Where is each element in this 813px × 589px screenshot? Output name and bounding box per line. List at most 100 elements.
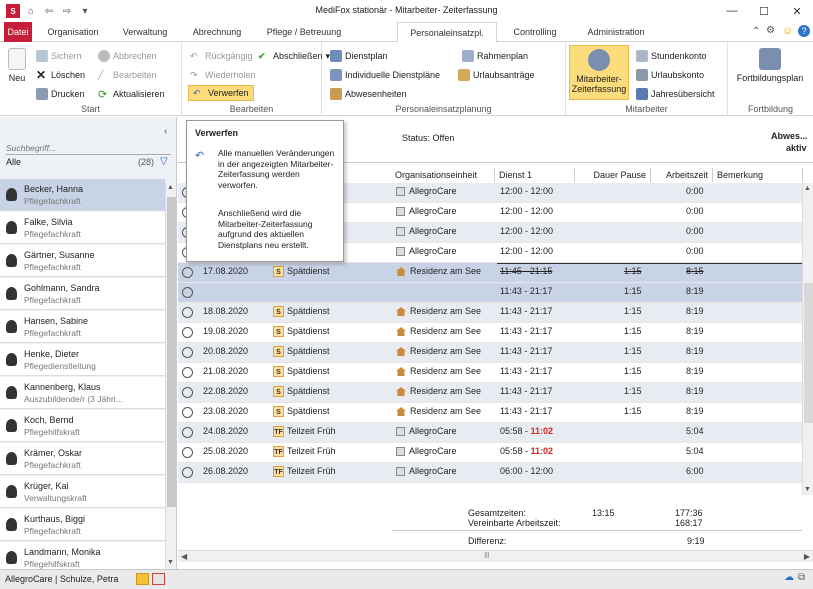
employee-list-item[interactable]: Becker, Hanna Pflegefachkraft xyxy=(0,179,165,211)
scroll-down-icon[interactable]: ▼ xyxy=(167,559,174,566)
hours-account-button[interactable]: Stundenkonto xyxy=(636,48,707,64)
delete-button[interactable]: ✕ Löschen xyxy=(36,67,85,83)
row-status-icon[interactable] xyxy=(182,387,193,398)
scroll-up-icon[interactable]: ▲ xyxy=(167,184,175,192)
help-icon[interactable]: ? xyxy=(798,25,810,37)
vacation-account-button[interactable]: Urlaubskonto xyxy=(636,67,704,83)
row-status-icon[interactable] xyxy=(182,407,193,418)
save-button[interactable]: Sichern xyxy=(36,48,82,64)
employee-name: Gohlmann, Sandra xyxy=(24,283,100,293)
table-row[interactable]: 22.08.2020 S Spätdienst Residenz am See 11:4… xyxy=(178,383,802,403)
col-header-dienst[interactable]: Dienst 1 xyxy=(495,168,575,182)
table-row[interactable]: 24.08.2020 TF Teilzeit Früh AllegroCare 05:5… xyxy=(178,423,802,443)
notifications-icon[interactable] xyxy=(152,573,165,585)
col-header-org[interactable]: Organisationseinheit xyxy=(391,168,495,182)
vacation-requests-button[interactable]: Urlaubsanträge xyxy=(458,67,535,83)
discard-button[interactable]: ↶ Verwerfen xyxy=(188,85,254,101)
table-row[interactable]: 20.08.2020 S Spätdienst Residenz am See 11:4… xyxy=(178,343,802,363)
table-horizontal-scrollbar[interactable]: ◀ Ⅲ ▶ xyxy=(178,550,813,562)
print-button[interactable]: Drucken xyxy=(36,86,85,102)
close-button[interactable]: ✕ xyxy=(783,2,811,20)
individual-plans-button[interactable]: Individuelle Dienstpläne xyxy=(330,67,440,83)
window-layout-icon[interactable]: ⧉ xyxy=(798,572,805,583)
table-scroll-thumb[interactable] xyxy=(804,283,813,423)
filter-funnel-icon[interactable]: ▽ xyxy=(160,156,168,167)
col-header-bemerkung[interactable]: Bemerkung xyxy=(713,168,803,182)
employee-role: Pflegedienstleitung xyxy=(24,361,96,371)
row-status-icon[interactable] xyxy=(182,307,193,318)
tab-datei[interactable]: Datei xyxy=(4,22,32,42)
minimize-button[interactable]: — xyxy=(718,2,746,20)
row-status-icon[interactable] xyxy=(182,467,193,478)
table-row[interactable]: 11:43 - 21:17 1:15 8:19 xyxy=(178,283,802,303)
table-row[interactable]: 19.08.2020 S Spätdienst Residenz am See 11:4… xyxy=(178,323,802,343)
table-vertical-scrollbar[interactable]: ▲ ▼ xyxy=(802,183,813,495)
cancel-button[interactable]: Abbrechen xyxy=(98,48,157,64)
tab-abrechnung[interactable]: Abrechnung xyxy=(184,22,250,42)
search-input[interactable] xyxy=(6,142,166,154)
cloud-sync-icon[interactable]: ☁ xyxy=(784,572,794,583)
tab-pflege-betreuung[interactable]: Pflege / Betreuung xyxy=(256,22,352,42)
employee-list-item[interactable]: Krüger, Kai Verwaltungskraft xyxy=(0,476,165,508)
tab-verwaltung[interactable]: Verwaltung xyxy=(112,22,178,42)
home-settings-icon[interactable]: ⚙ xyxy=(766,25,775,36)
maximize-button[interactable]: ☐ xyxy=(750,2,778,20)
employee-list-item[interactable]: Henke, Dieter Pflegedienstleitung xyxy=(0,344,165,376)
rahmenplan-button[interactable]: Rahmenplan xyxy=(462,48,528,64)
undo-button[interactable]: ↶ Rückgängig xyxy=(190,48,253,64)
row-status-icon[interactable] xyxy=(182,327,193,338)
row-org: AllegroCare xyxy=(396,226,457,237)
collapse-panel-icon[interactable]: ‹ xyxy=(164,126,167,137)
ribbon-collapse-icon[interactable]: ⌃ xyxy=(752,26,760,37)
employee-list-item[interactable]: Kannenberg, Klaus Auszubildende/r (3 Jähr… xyxy=(0,377,165,409)
tab-organisation[interactable]: Organisation xyxy=(40,22,106,42)
table-row[interactable]: 26.08.2020 TF Teilzeit Früh AllegroCare 06:0… xyxy=(178,463,802,483)
scroll-left-icon[interactable]: ◀ xyxy=(181,552,187,561)
col-header-pause[interactable]: Dauer Pause xyxy=(575,168,651,182)
employee-list-item[interactable]: Falke, Silvia Pflegefachkraft xyxy=(0,212,165,244)
training-plan-button[interactable]: Fortbildungsplan xyxy=(732,48,808,83)
redo-button[interactable]: ↷ Wiederholen xyxy=(190,67,256,83)
table-scroll-up-icon[interactable]: ▲ xyxy=(804,185,811,192)
row-pause: 1:15 xyxy=(624,266,642,276)
row-status-icon[interactable] xyxy=(182,447,193,458)
employee-list-item[interactable]: Krämer, Oskar Pflegefachkraft xyxy=(0,443,165,475)
employee-list-item[interactable]: Koch, Bernd Pflegehilfskraft xyxy=(0,410,165,442)
scroll-right-icon[interactable]: ▶ xyxy=(804,552,810,561)
row-status-icon[interactable] xyxy=(182,367,193,378)
tab-controlling[interactable]: Controlling xyxy=(502,22,568,42)
scroll-thumb[interactable] xyxy=(167,197,176,507)
employee-list-item[interactable]: Gohlmann, Sandra Pflegefachkraft xyxy=(0,278,165,310)
shift-name: Spätdienst xyxy=(287,366,330,376)
smiley-icon[interactable]: ☺ xyxy=(782,25,793,37)
row-status-icon[interactable] xyxy=(182,287,193,298)
tab-administration[interactable]: Administration xyxy=(576,22,656,42)
new-button[interactable]: Neu xyxy=(4,48,30,83)
table-row[interactable]: 17.08.2020 S Spätdienst Residenz am See 11:4… xyxy=(178,263,802,283)
filter-select[interactable]: Alle xyxy=(6,157,21,167)
table-row[interactable]: 21.08.2020 S Spätdienst Residenz am See 11:4… xyxy=(178,363,802,383)
messages-icon[interactable] xyxy=(136,573,149,585)
row-status-icon[interactable] xyxy=(182,427,193,438)
table-row[interactable]: 23.08.2020 S Spätdienst Residenz am See 11:4… xyxy=(178,403,802,423)
refresh-button[interactable]: ⟳ Aktualisieren xyxy=(98,86,165,102)
row-status-icon[interactable] xyxy=(182,347,193,358)
year-overview-button[interactable]: Jahresübersicht xyxy=(636,86,715,102)
tab-personaleinsatzplanung[interactable]: Personaleinsatzpl. xyxy=(397,22,497,43)
absences-button[interactable]: Abwesenheiten xyxy=(330,86,407,102)
table-row[interactable]: 18.08.2020 S Spätdienst Residenz am See 11:4… xyxy=(178,303,802,323)
employee-list-item[interactable]: Kurthaus, Biggi Pflegefachkraft xyxy=(0,509,165,541)
employee-list-item[interactable]: Hansen, Sabine Pflegefachkraft xyxy=(0,311,165,343)
employee-time-tracking-button[interactable]: Mitarbeiter-Zeiterfassung xyxy=(569,45,629,100)
employee-list-scrollbar[interactable]: ▲ ▼ xyxy=(165,183,176,568)
org-name: Residenz am See xyxy=(410,366,482,376)
edit-button[interactable]: ╱ Bearbeiten xyxy=(98,67,157,83)
col-header-arbeitszeit[interactable]: Arbeitszeit xyxy=(651,168,713,182)
table-scroll-down-icon[interactable]: ▼ xyxy=(804,486,811,493)
shift-name: Spätdienst xyxy=(287,386,330,396)
employee-list-item[interactable]: Gärtner, Susanne Pflegefachkraft xyxy=(0,245,165,277)
row-status-icon[interactable] xyxy=(182,267,193,278)
table-row[interactable]: 25.08.2020 TF Teilzeit Früh AllegroCare 05:5… xyxy=(178,443,802,463)
close-period-button[interactable]: ✔ Abschließen ▾ xyxy=(258,48,330,64)
dienstplan-button[interactable]: Dienstplan xyxy=(330,48,388,64)
